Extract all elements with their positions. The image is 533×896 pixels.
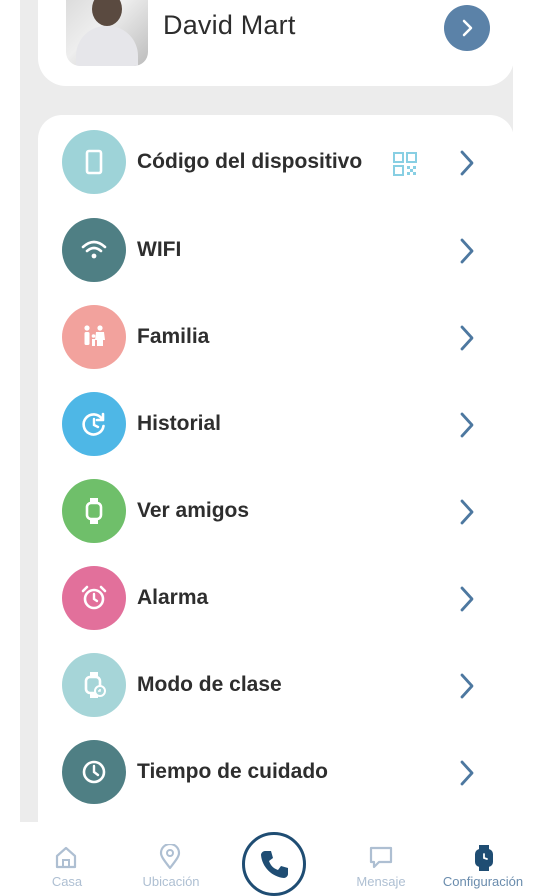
profile-arrow-button[interactable]: [444, 5, 490, 51]
bottom-nav: Casa Ubicación Mensaje Configuración: [0, 822, 533, 896]
menu-item-history[interactable]: Historial: [38, 389, 514, 459]
menu-item-label: Familia: [137, 325, 210, 348]
alarm-icon: [62, 566, 126, 630]
nav-item-home[interactable]: Casa: [12, 822, 122, 890]
menu-item-friends[interactable]: Ver amigos: [38, 476, 514, 546]
chevron-right-icon: [460, 150, 474, 176]
wifi-icon: [62, 218, 126, 282]
family-icon: [62, 305, 126, 369]
nav-label: Mensaje: [356, 874, 406, 889]
nav-label: Configuración: [442, 874, 524, 889]
nav-item-location[interactable]: Ubicación: [116, 822, 226, 890]
watch-icon: [62, 479, 126, 543]
nav-item-message[interactable]: Mensaje: [326, 822, 436, 890]
menu-item-family[interactable]: Familia: [38, 302, 514, 372]
menu-item-label: Tiempo de cuidado: [137, 760, 328, 783]
chevron-right-icon: [460, 760, 474, 786]
settings-menu: Código del dispositivo WIFI Familia Hist…: [38, 115, 514, 822]
phone-call-icon: [261, 851, 288, 878]
chevron-right-icon: [460, 412, 474, 438]
chevron-right-icon: [460, 673, 474, 699]
menu-item-label: Código del dispositivo: [137, 150, 363, 173]
profile-card[interactable]: David Mart: [38, 0, 514, 86]
nav-label: Ubicación: [142, 874, 200, 889]
chevron-right-icon: [460, 586, 474, 612]
chevron-right-icon: [460, 325, 474, 351]
chevron-right-icon: [460, 238, 474, 264]
menu-item-label: Alarma: [137, 586, 209, 609]
menu-item-label: Ver amigos: [137, 499, 250, 522]
qr-code-icon[interactable]: [392, 151, 418, 177]
menu-item-label: Historial: [137, 412, 222, 435]
profile-name: David Mart: [163, 10, 296, 40]
menu-item-wifi[interactable]: WIFI: [38, 215, 514, 285]
nav-item-settings[interactable]: Configuración: [428, 822, 533, 890]
class-mode-icon: [62, 653, 126, 717]
phone-icon: [62, 130, 126, 194]
call-button[interactable]: [242, 832, 306, 896]
menu-item-label: Modo de clase: [137, 673, 282, 696]
nav-label: Casa: [51, 874, 83, 889]
message-icon: [369, 846, 393, 869]
menu-item-class-mode[interactable]: Modo de clase: [38, 650, 514, 720]
watch-settings-icon: [475, 845, 493, 871]
menu-item-alarm[interactable]: Alarma: [38, 563, 514, 633]
menu-item-care-time[interactable]: Tiempo de cuidado: [38, 737, 514, 807]
avatar: [66, 0, 148, 66]
home-icon: [55, 846, 77, 869]
history-icon: [62, 392, 126, 456]
menu-item-device-code[interactable]: Código del dispositivo: [38, 127, 514, 197]
chevron-right-icon: [460, 499, 474, 525]
location-pin-icon: [159, 844, 181, 870]
clock-icon: [62, 740, 126, 804]
menu-item-label: WIFI: [137, 238, 182, 261]
